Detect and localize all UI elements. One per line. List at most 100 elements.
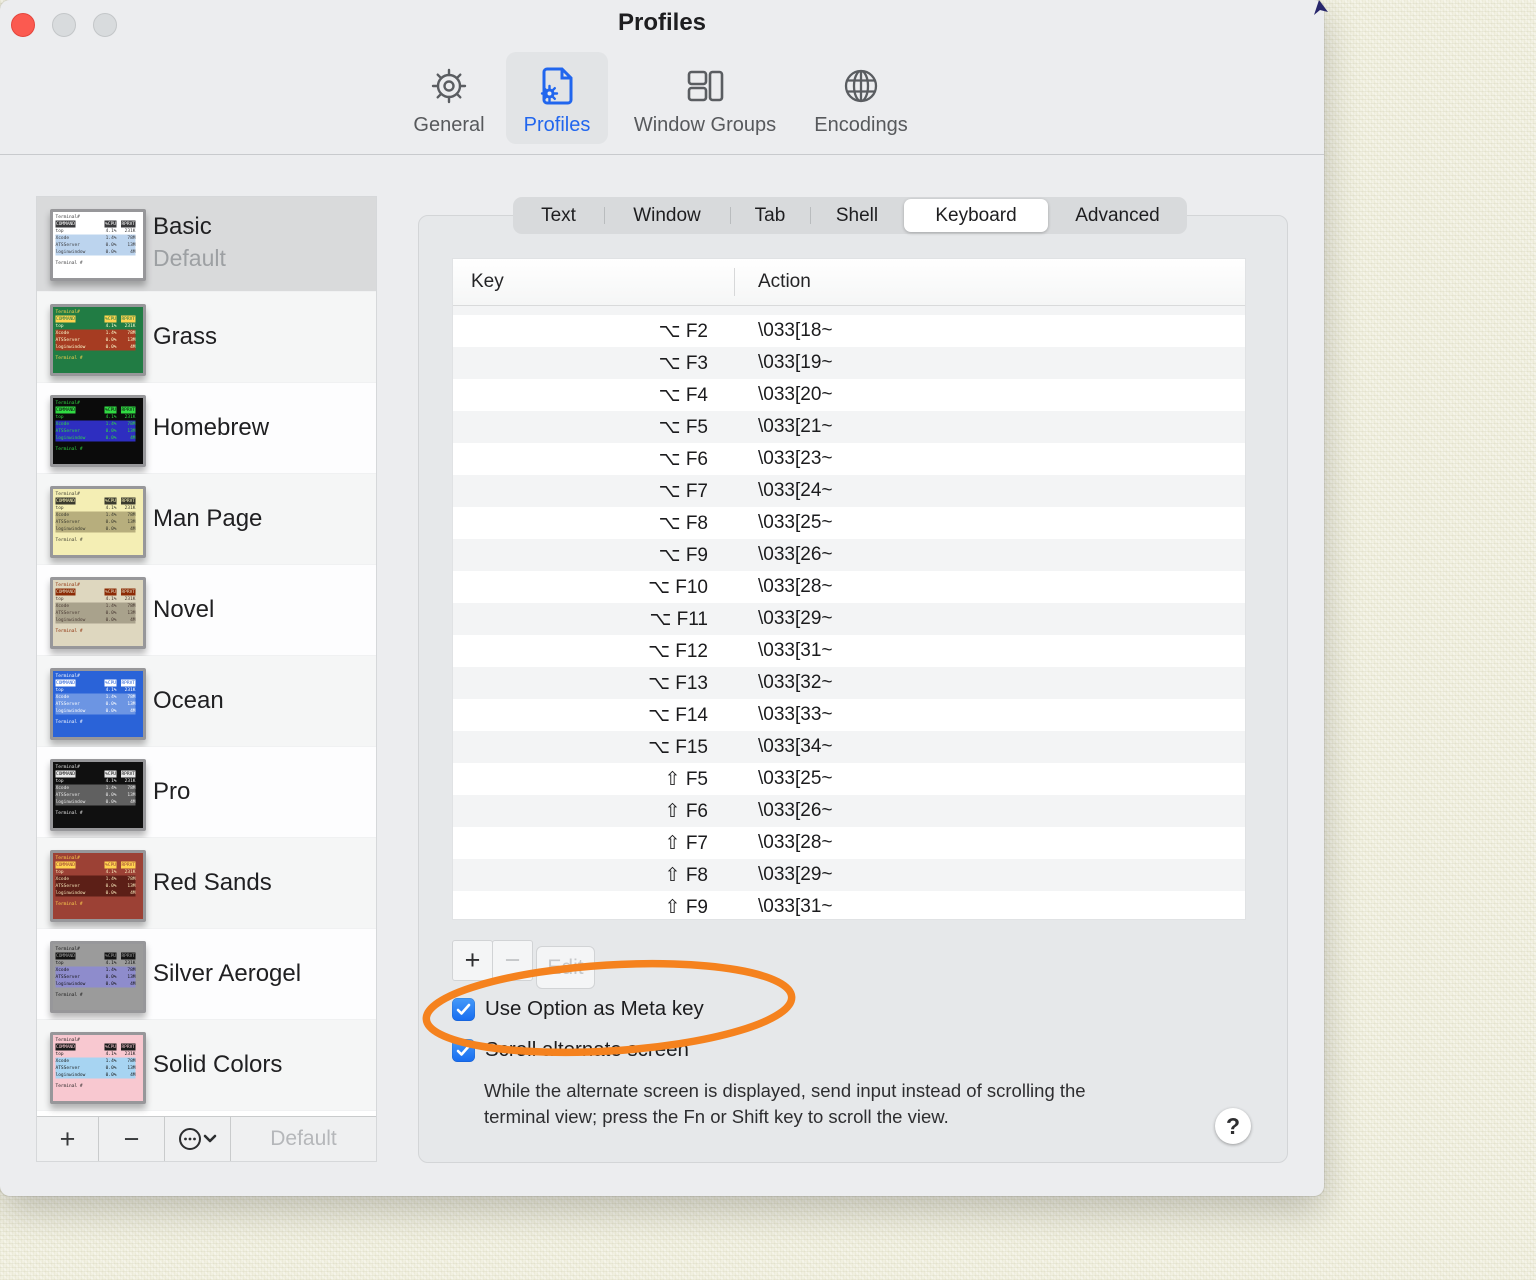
help-button[interactable]: ? [1215, 1108, 1251, 1144]
thumb-prompt-line: Terminal # [55, 719, 83, 725]
alternate-screen-help-text: While the alternate screen is displayed,… [484, 1080, 1086, 1127]
profile-item-novel[interactable]: Terminal# COMMAND %CPU RPRVT top 4.1% 231K X… [37, 565, 376, 656]
key-mapping-row[interactable]: ⌥ F14 \033[33~ [453, 699, 1245, 731]
keyboard-table-body: ⌥ F2 \033[18~ ⌥ F3 \033[19~ ⌥ F4 \033[20~ ⌥ F5… [453, 315, 1245, 919]
profile-name: Pro [153, 778, 191, 805]
profile-item-basic[interactable]: Terminal# COMMAND %CPU RPRVT top 4.1% 231K X… [37, 197, 376, 292]
thumb-prompt-line: Terminal # [55, 628, 83, 634]
key-mapping-row[interactable]: ⌥ F8 \033[25~ [453, 507, 1245, 539]
action-cell: \033[20~ [758, 384, 833, 405]
thumb-prompt-line: Terminal # [55, 537, 83, 543]
tab-window[interactable]: Window [604, 197, 730, 234]
profile-thumbnail-content: Terminal# COMMAND %CPU RPRVT top 4.1% 231K X… [55, 946, 136, 998]
checkmark-icon [456, 1003, 471, 1016]
key-cell: ⌥ F12 [648, 640, 708, 662]
tab-tab[interactable]: Tab [730, 197, 810, 234]
key-mapping-row[interactable]: ⌥ F15 \033[34~ [453, 731, 1245, 763]
profile-thumbnail: Terminal# COMMAND %CPU RPRVT top 4.1% 231K X… [50, 209, 146, 281]
thumb-prompt-line: Terminal # [55, 355, 83, 361]
profile-thumbnail: Terminal# COMMAND %CPU RPRVT top 4.1% 231K X… [50, 668, 146, 740]
key-cell: ⌥ F6 [658, 448, 708, 470]
key-cell: ⌥ F13 [648, 672, 708, 694]
toolbar-item-encodings[interactable]: Encodings [802, 52, 920, 144]
key-mapping-row[interactable]: ⇧ F6 \033[26~ [453, 795, 1245, 827]
profile-item-man-page[interactable]: Terminal# COMMAND %CPU RPRVT top 4.1% 231K X… [37, 474, 376, 565]
scroll-alternate-screen-checkbox[interactable] [452, 1038, 475, 1062]
scroll-alternate-screen-label: Scroll alternate screen [485, 1038, 689, 1061]
tab-shell[interactable]: Shell [810, 197, 904, 234]
key-cell: ⌥ F7 [658, 480, 708, 502]
profile-item-solid-colors[interactable]: Terminal# COMMAND %CPU RPRVT top 4.1% 231K X… [37, 1020, 376, 1111]
globe-icon [838, 60, 884, 112]
key-cell: ⇧ F6 [664, 800, 708, 822]
profile-item-grass[interactable]: Terminal# COMMAND %CPU RPRVT top 4.1% 231K X… [37, 292, 376, 383]
action-cell: \033[33~ [758, 704, 833, 725]
scroll-alternate-screen-row: Scroll alternate screen [452, 1038, 689, 1062]
toolbar-item-general[interactable]: General [404, 52, 494, 144]
tab-text[interactable]: Text [513, 197, 604, 234]
profile-item-red-sands[interactable]: Terminal# COMMAND %CPU RPRVT top 4.1% 231K X… [37, 838, 376, 929]
profile-default-badge: Default [153, 245, 226, 271]
toolbar-item-window-groups[interactable]: Window Groups [620, 52, 790, 144]
remove-key-mapping-button[interactable]: − [492, 940, 533, 981]
profile-thumbnail-screen: Terminal# COMMAND %CPU RPRVT top 4.1% 231K X… [53, 489, 143, 555]
key-cell: ⇧ F8 [664, 864, 708, 886]
tab-advanced[interactable]: Advanced [1048, 197, 1187, 234]
key-mapping-row[interactable]: ⌥ F10 \033[28~ [453, 571, 1245, 603]
thumb-header-line: COMMAND %CPU RPRVT [55, 588, 136, 596]
key-mapping-row[interactable]: ⌥ F7 \033[24~ [453, 475, 1245, 507]
key-mapping-row[interactable]: ⌥ F12 \033[31~ [453, 635, 1245, 667]
add-profile-button[interactable]: + [37, 1117, 99, 1161]
key-cell: ⇧ F5 [664, 768, 708, 790]
profile-thumbnail-content: Terminal# COMMAND %CPU RPRVT top 4.1% 231K X… [55, 673, 136, 725]
profile-thumbnail-screen: Terminal# COMMAND %CPU RPRVT top 4.1% 231K X… [53, 762, 143, 828]
toolbar-item-profiles[interactable]: Profiles [506, 52, 608, 144]
key-mapping-row[interactable]: ⌥ F2 \033[18~ [453, 315, 1245, 347]
key-mapping-row[interactable]: ⌥ F13 \033[32~ [453, 667, 1245, 699]
tab-keyboard[interactable]: Keyboard [904, 199, 1048, 232]
set-default-button[interactable]: Default [231, 1117, 376, 1161]
key-cell: ⌥ F15 [648, 736, 708, 758]
key-mapping-row[interactable]: ⌥ F5 \033[21~ [453, 411, 1245, 443]
profile-item-homebrew[interactable]: Terminal# COMMAND %CPU RPRVT top 4.1% 231K X… [37, 383, 376, 474]
thumb-header-line: COMMAND %CPU RPRVT [55, 220, 136, 228]
action-cell: \033[19~ [758, 352, 833, 373]
keyboard-table-header: Key Action [453, 259, 1245, 306]
action-cell: \033[32~ [758, 672, 833, 693]
profile-thumbnail: Terminal# COMMAND %CPU RPRVT top 4.1% 231K X… [50, 304, 146, 376]
add-key-mapping-button[interactable]: + [452, 940, 493, 981]
thumb-title-line: Terminal# [55, 673, 80, 679]
action-cell: \033[21~ [758, 416, 833, 437]
key-cell: ⇧ F7 [664, 832, 708, 854]
profile-name: Silver Aerogel [153, 960, 302, 987]
profile-item-pro[interactable]: Terminal# COMMAND %CPU RPRVT top 4.1% 231K X… [37, 747, 376, 838]
profile-thumbnail-content: Terminal# COMMAND %CPU RPRVT top 4.1% 231K X… [55, 309, 136, 361]
key-mapping-row[interactable]: ⇧ F5 \033[25~ [453, 763, 1245, 795]
key-mapping-row[interactable]: ⌥ F4 \033[20~ [453, 379, 1245, 411]
key-mapping-row[interactable]: ⌥ F6 \033[23~ [453, 443, 1245, 475]
edit-key-mapping-button[interactable]: Edit [536, 946, 595, 989]
key-mapping-row[interactable]: ⌥ F9 \033[26~ [453, 539, 1245, 571]
action-cell: \033[26~ [758, 544, 833, 565]
more-options-button[interactable] [165, 1117, 231, 1161]
profile-thumbnail: Terminal# COMMAND %CPU RPRVT top 4.1% 231K X… [50, 486, 146, 558]
key-mapping-row[interactable]: ⇧ F9 \033[31~ [453, 891, 1245, 919]
profile-name: Homebrew [153, 414, 270, 441]
key-mapping-row[interactable]: ⇧ F7 \033[28~ [453, 827, 1245, 859]
key-mapping-row[interactable]: ⌥ F11 \033[29~ [453, 603, 1245, 635]
remove-profile-button[interactable]: − [99, 1117, 165, 1161]
thumb-header-line: COMMAND %CPU RPRVT [55, 1043, 136, 1051]
key-mapping-row[interactable]: ⇧ F8 \033[29~ [453, 859, 1245, 891]
thumb-prompt-line: Terminal # [55, 1083, 83, 1089]
window-title: Profiles [617, 9, 707, 36]
profile-name: Ocean [153, 687, 224, 714]
profile-name: Man Page [153, 505, 263, 532]
ellipsis-circle-chevron-icon [177, 1126, 219, 1152]
profile-item-silver-aerogel[interactable]: Terminal# COMMAND %CPU RPRVT top 4.1% 231K X… [37, 929, 376, 1020]
key-cell: ⌥ F2 [658, 320, 708, 342]
key-mapping-row[interactable]: ⌥ F3 \033[19~ [453, 347, 1245, 379]
column-header-key: Key [471, 271, 504, 292]
profile-item-ocean[interactable]: Terminal# COMMAND %CPU RPRVT top 4.1% 231K X… [37, 656, 376, 747]
use-option-as-meta-key-checkbox[interactable] [452, 997, 475, 1021]
profile-list: Terminal# COMMAND %CPU RPRVT top 4.1% 231K X… [36, 196, 377, 1162]
